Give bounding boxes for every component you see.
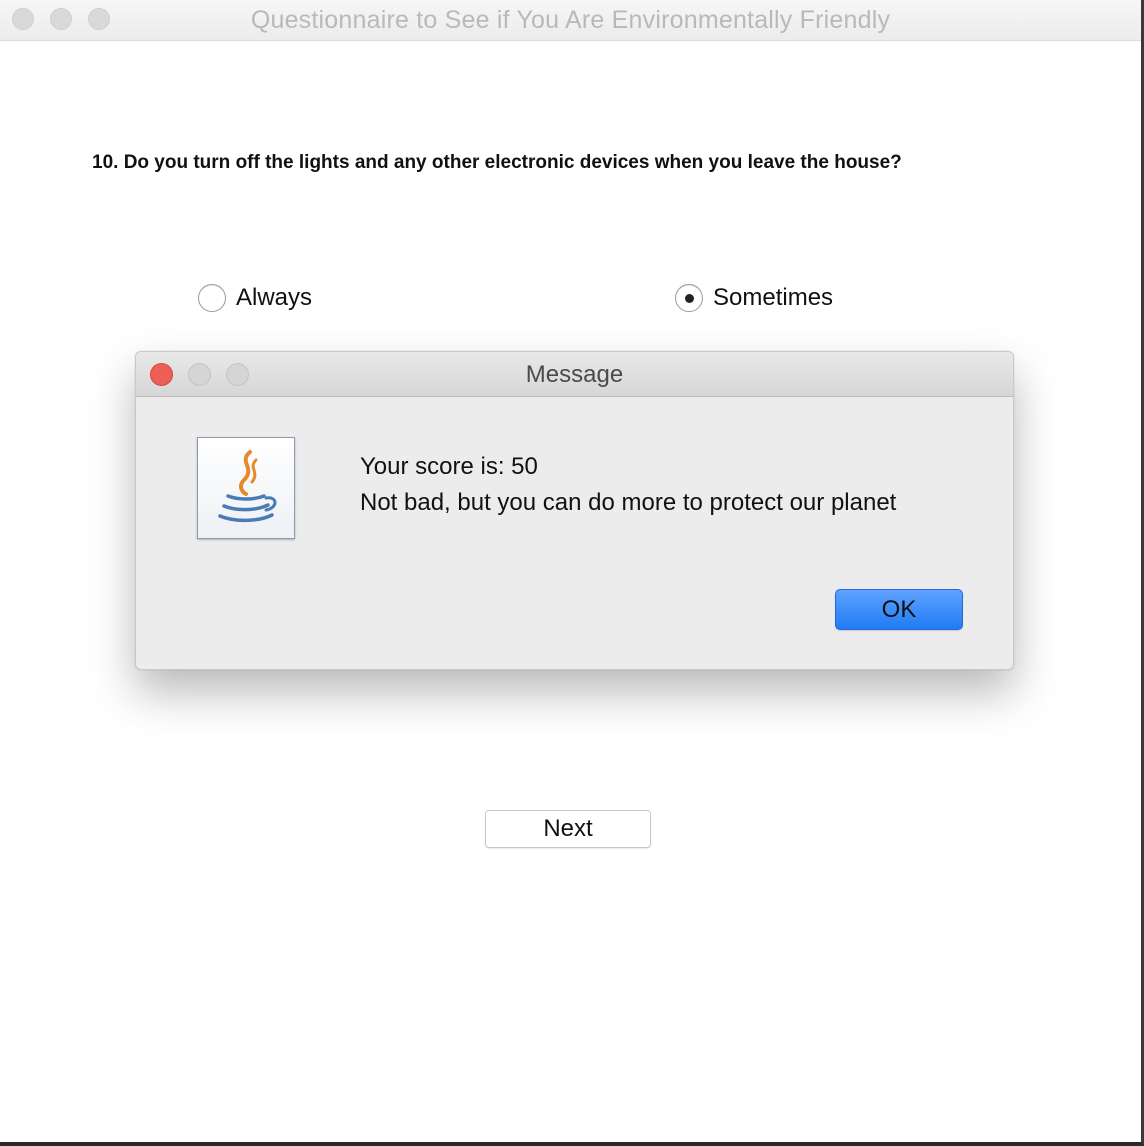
window-title: Questionnaire to See if You Are Environm… — [250, 6, 891, 34]
radio-option-always[interactable]: Always — [198, 282, 312, 314]
score-message: Your score is: 50 — [360, 453, 538, 480]
java-coffee-cup-icon — [197, 437, 295, 539]
ok-button[interactable]: OK — [835, 589, 963, 630]
radio-label: Sometimes — [713, 284, 834, 311]
radio-button-unselected[interactable] — [198, 284, 226, 312]
radio-option-sometimes[interactable]: Sometimes — [675, 282, 833, 314]
radio-label: Always — [236, 284, 313, 311]
radio-button-selected[interactable] — [675, 284, 703, 312]
java-logo-graphic — [218, 450, 277, 523]
dialog-title: Message — [525, 361, 624, 388]
question-text: 10. Do you turn off the lights and any o… — [92, 152, 902, 173]
next-button[interactable]: Next — [485, 810, 651, 848]
window-titlebar: Questionnaire to See if You Are Environm… — [0, 0, 1141, 41]
dialog-titlebar: Message — [136, 352, 1013, 397]
feedback-message: Not bad, but you can do more to protect … — [360, 489, 897, 516]
radio-selected-dot — [684, 293, 694, 303]
message-dialog: Message Your score is: 50 Not bad, but y… — [135, 351, 1014, 670]
